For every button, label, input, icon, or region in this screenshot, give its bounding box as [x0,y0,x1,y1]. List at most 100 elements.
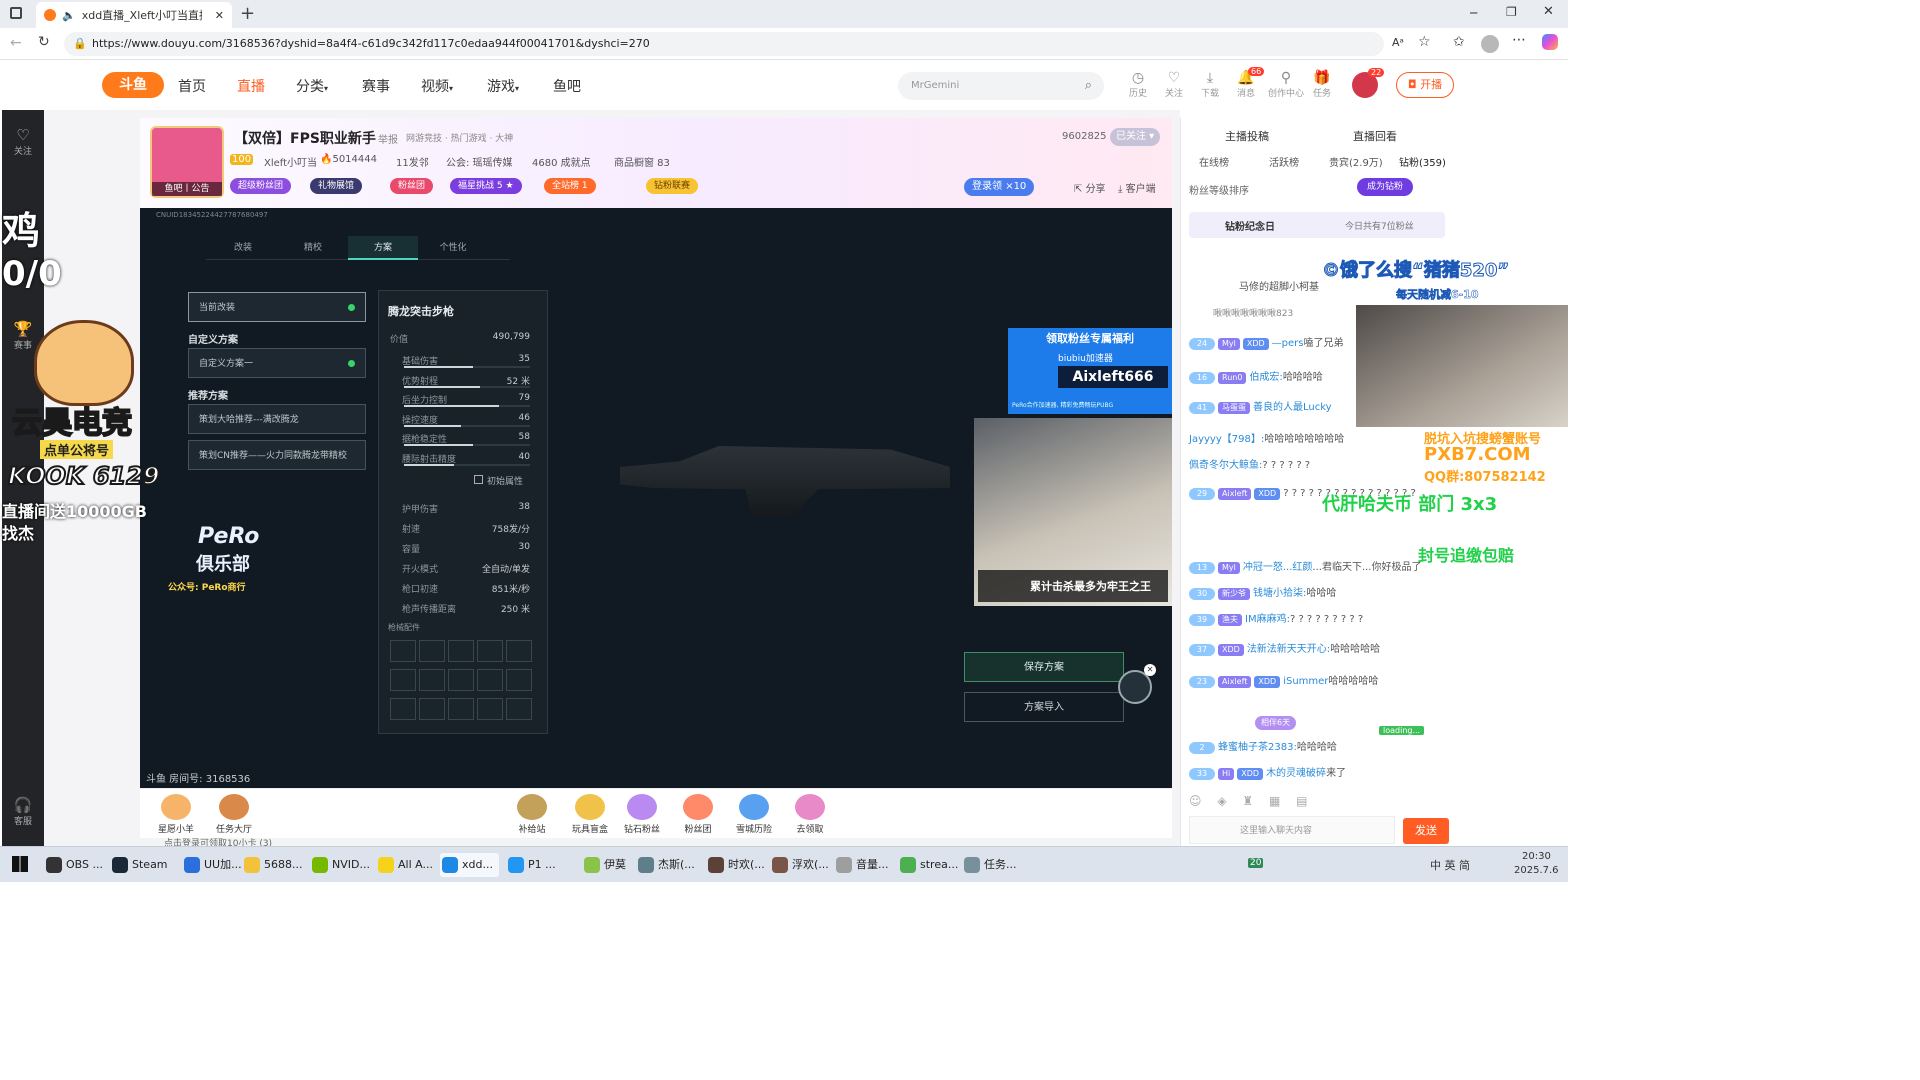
close-tab-icon[interactable]: ✕ [215,9,224,22]
union-info[interactable]: 公会: 瑶瑶传媒 [446,154,513,169]
taskbar-app[interactable]: NVID... [310,853,370,877]
chat-username[interactable]: 冲冠一怒...红颜 [1243,562,1313,573]
floating-gift-button[interactable]: ✕ [1118,664,1156,704]
gift-item[interactable]: 雪城历险 [734,794,774,835]
follow-button[interactable]: ♡ 关注 [1159,70,1189,99]
creator-center-button[interactable]: ⚲ 创作中心 [1267,70,1305,99]
gift-item[interactable]: 粉丝团 [678,794,718,835]
download-button[interactable]: ⤓ 下载 [1195,70,1225,99]
fan-medal[interactable]: 渔夫 [1218,614,1242,626]
taskbar-app[interactable]: 任务... [962,853,1017,877]
tab-list-icon[interactable] [10,7,22,19]
login-gift-button[interactable]: 登录领 ×10 [964,178,1035,196]
fan-medal[interactable]: XDD [1242,338,1269,350]
clock-date[interactable]: 2025.7.6 [1514,865,1559,876]
gift-item[interactable]: 玩具盲盒 [570,794,610,835]
taskbar-app[interactable]: xdd... [440,853,499,877]
taskbar-app[interactable]: 音量... [834,853,889,877]
reload-icon[interactable]: ↻ [38,34,50,50]
fan-welfare-banner[interactable]: 领取粉丝专属福利 biubiu加速器 Aixleft666 PeRo合作加速器,… [1008,328,1172,414]
attachment-slot[interactable] [448,669,474,691]
chat-username[interactable]: 善良的人最Lucky [1253,402,1332,413]
tab-online-rank[interactable]: 在线榜 [1199,154,1229,169]
gift-hall-pill[interactable]: 礼物展馆 [310,178,363,194]
search-input[interactable]: MrGemini ⌕ [898,72,1104,100]
taskbar-app[interactable]: 时欢(... [706,853,765,877]
streamer-avatar[interactable]: 鱼吧丨公告 [150,126,224,198]
attachment-slot[interactable] [477,669,503,691]
send-button[interactable]: 发送 [1403,818,1449,844]
taskbar-app[interactable]: strea... [898,853,958,877]
site-rank-pill[interactable]: 全站榜 1 [544,178,596,194]
start-windows-icon[interactable] [12,856,28,872]
current-mod-option[interactable]: 当前改装 [188,292,366,322]
chat-input[interactable]: 这里输入聊天内容 [1189,816,1395,844]
super-fan-club-pill[interactable]: 超级粉丝团 [230,178,292,194]
more-menu-icon[interactable]: ⋯ [1512,32,1526,48]
fan-medal[interactable]: XDD [1237,768,1264,780]
nav-fishbar[interactable]: 鱼吧 [553,76,581,96]
tab-active-rank[interactable]: 活跃榜 [1269,154,1299,169]
taskbar-app[interactable]: OBS ... [44,853,103,877]
taskbar-app[interactable]: P1 ... [506,853,556,877]
close-icon[interactable]: ✕ [1144,664,1156,676]
gift-item[interactable]: 任务大厅 [214,794,254,835]
client-button[interactable]: ⤓ 客户端 [1118,180,1156,195]
live-replay-link[interactable]: 直播回看 [1353,128,1397,144]
lucky-challenge-pill[interactable]: 福星挑战 5 ★ [450,178,522,194]
search-icon[interactable]: ⌕ [1085,72,1092,100]
game-tab-calibrate[interactable]: 精校 [278,236,348,260]
favorite-star-icon[interactable]: ☆ [1418,34,1431,50]
attachment-slot[interactable] [506,698,532,720]
fan-medal[interactable]: Run0 [1218,372,1247,384]
tray-ime[interactable]: 中 英 简 [1430,857,1470,873]
fan-medal[interactable]: Aixleft [1218,676,1252,688]
gift-item[interactable]: 钻石粉丝 [622,794,662,835]
speaker-icon[interactable]: 🔈 [62,9,76,22]
fan-medal[interactable]: 新少爷 [1218,588,1250,600]
taskbar-app[interactable]: UU加... [182,853,242,877]
tasks-button[interactable]: 🎁 任务 [1307,70,1337,99]
copilot-icon[interactable] [1542,34,1558,50]
new-tab-icon[interactable]: + [240,3,255,24]
chat-username[interactable]: IM麻麻鸡: [1245,614,1290,625]
attachment-slot[interactable] [419,640,445,662]
chat-username[interactable]: 木的灵魂破碎 [1266,768,1326,779]
douyu-logo[interactable]: 斗鱼 [102,72,164,98]
taskbar-app[interactable]: 5688... [242,853,302,877]
history-button[interactable]: ◷ 历史 [1123,70,1153,99]
fan-medal[interactable]: XDD [1254,488,1281,500]
nav-home[interactable]: 首页 [178,76,206,96]
fan-medal[interactable]: XDD [1218,644,1244,656]
nav-live[interactable]: 直播 [237,76,265,96]
attachment-slot[interactable] [506,640,532,662]
sidebar-item-service[interactable]: 🎧 客服 [2,796,44,827]
game-tab-mod[interactable]: 改装 [208,236,278,260]
attachment-slot[interactable] [419,669,445,691]
merch-shelf[interactable]: 商品橱窗 83 [614,154,670,169]
attachment-slot[interactable] [448,640,474,662]
taskbar-app[interactable]: 杰斯(... [636,853,695,877]
tab-diamond-fans[interactable]: 钻粉(359) [1399,154,1446,169]
game-tab-plan[interactable]: 方案 [348,236,418,260]
attachment-slot[interactable] [477,698,503,720]
streamer-submit-link[interactable]: 主播投稿 [1225,128,1269,144]
recommend-plan-2[interactable]: 策划CN推荐——火力同款腾龙带精校 [188,440,366,470]
fan-medal[interactable]: XDD [1254,676,1281,688]
video-player[interactable]: CNUID18345224427787680497 改装 精校 方案 个性化 当… [140,208,1172,788]
url-field[interactable]: 🔒 https://www.douyu.com/3168536?dyshid=8… [64,32,1384,56]
clock-time[interactable]: 20:30 [1522,851,1551,862]
taskbar-app[interactable]: Steam [110,853,168,877]
read-aloud-icon[interactable]: Aᵃ [1392,36,1404,49]
custom-plan-item[interactable]: 自定义方案一 [188,348,366,378]
taskbar-app[interactable]: All A... [376,853,433,877]
attachment-slot[interactable] [506,669,532,691]
achievement-points[interactable]: 4680 成就点 [532,154,591,169]
share-button[interactable]: ⇱ 分享 [1074,180,1106,195]
fan-medal[interactable]: 马蛋蛋 [1218,402,1250,414]
nav-events[interactable]: 赛事 [362,76,390,96]
profile-avatar[interactable] [1481,35,1499,53]
fan-medal[interactable]: Aixleft [1218,488,1252,500]
gift-item[interactable]: 星愿小羊 [156,794,196,835]
fan-level-sort[interactable]: 粉丝等级排序 [1189,182,1249,197]
